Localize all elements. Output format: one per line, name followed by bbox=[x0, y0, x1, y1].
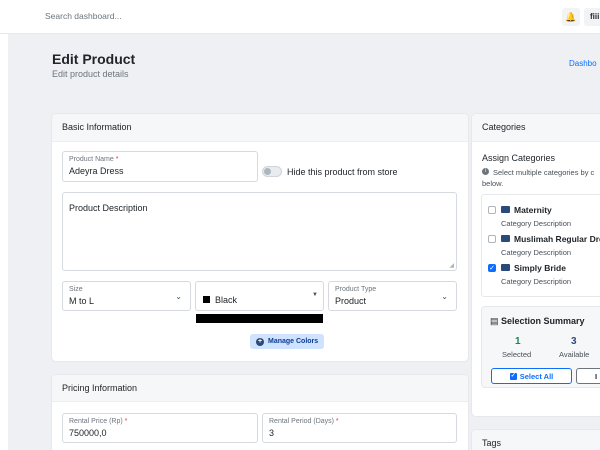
product-name-label: Product Name * bbox=[69, 156, 119, 163]
product-type-select[interactable]: Product Type Product ⌄ bbox=[328, 281, 457, 311]
category-description: Category Description bbox=[501, 248, 572, 257]
basic-info-header: Basic Information bbox=[52, 114, 468, 142]
category-description: Category Description bbox=[501, 277, 572, 286]
breadcrumb[interactable]: Dashbo bbox=[569, 59, 597, 68]
size-select[interactable]: Size M to L ⌄ bbox=[62, 281, 191, 311]
category-name: Maternity bbox=[514, 205, 552, 215]
check-square-icon: ✓ bbox=[509, 372, 517, 380]
manage-colors-button[interactable]: + Manage Colors bbox=[250, 334, 325, 349]
folder-icon bbox=[501, 235, 510, 242]
chart-icon: ▤ bbox=[490, 316, 499, 326]
product-name-value: Adeyra Dress bbox=[69, 166, 124, 176]
hide-product-toggle[interactable] bbox=[262, 166, 282, 177]
info-icon: i bbox=[482, 168, 489, 175]
sidebar-edge bbox=[0, 34, 8, 450]
category-checkbox-checked[interactable]: ✓ bbox=[488, 264, 496, 272]
manage-colors-label: Manage Colors bbox=[268, 338, 319, 345]
rental-price-field[interactable]: Rental Price (Rp) * 750000,0 bbox=[62, 413, 258, 443]
color-value: Black bbox=[215, 295, 238, 305]
search-input[interactable]: Search dashboard... bbox=[45, 11, 122, 21]
rental-period-value: 3 bbox=[269, 428, 275, 438]
select-all-button[interactable]: ✓ Select All bbox=[491, 368, 572, 384]
description-placeholder: Product Description bbox=[69, 203, 148, 213]
bell-icon[interactable]: 🔔 bbox=[562, 8, 580, 26]
product-type-value: Product bbox=[335, 296, 367, 306]
plus-circle-icon: + bbox=[256, 337, 264, 346]
color-select[interactable]: Black ▼ bbox=[195, 281, 324, 311]
secondary-summary-button[interactable]: I bbox=[576, 368, 600, 384]
size-label: Size bbox=[69, 286, 83, 293]
help-text-line1: Select multiple categories by c bbox=[493, 168, 595, 177]
selected-count: 1 bbox=[515, 336, 521, 347]
secondary-summary-label: I bbox=[595, 371, 598, 381]
category-checkbox[interactable] bbox=[488, 206, 496, 214]
resize-handle-icon[interactable]: ◢ bbox=[449, 262, 454, 269]
category-description: Category Description bbox=[501, 219, 572, 228]
rental-period-field[interactable]: Rental Period (Days) * 3 bbox=[262, 413, 457, 443]
tags-header: Tags bbox=[472, 430, 600, 450]
available-count: 3 bbox=[571, 336, 577, 347]
category-name: Muslimah Regular Dre bbox=[514, 234, 600, 244]
assign-categories-title: Assign Categories bbox=[482, 153, 556, 163]
chevron-down-icon: ⌄ bbox=[441, 292, 448, 301]
select-all-label: Select All bbox=[519, 371, 554, 381]
tags-card: Tags bbox=[472, 430, 600, 450]
category-name: Simply Bride bbox=[514, 263, 566, 273]
chevron-down-icon: ⌄ bbox=[175, 292, 182, 301]
available-label: Available bbox=[559, 350, 590, 359]
help-text-line2: below. bbox=[482, 179, 504, 188]
page-title: Edit Product bbox=[52, 51, 136, 67]
rental-price-value: 750000,0 bbox=[69, 428, 107, 438]
product-name-field[interactable]: Product Name * Adeyra Dress bbox=[62, 151, 258, 182]
pricing-header: Pricing Information bbox=[52, 375, 468, 402]
product-type-label: Product Type bbox=[335, 286, 377, 293]
selected-label: Selected bbox=[502, 350, 532, 359]
caret-down-icon: ▼ bbox=[312, 292, 318, 298]
category-checkbox[interactable] bbox=[488, 235, 496, 243]
color-swatch bbox=[203, 296, 210, 303]
selection-summary-title: Selection Summary bbox=[501, 316, 585, 326]
rental-period-label: Rental Period (Days) * bbox=[269, 418, 339, 425]
hide-product-label: Hide this product from store bbox=[287, 167, 398, 177]
top-bar: Search dashboard... 🔔 fiii bbox=[0, 0, 600, 34]
page-subtitle: Edit product details bbox=[52, 69, 129, 79]
categories-header: Categories bbox=[472, 114, 600, 142]
user-menu[interactable]: fiii bbox=[584, 8, 600, 26]
rental-price-label: Rental Price (Rp) * bbox=[69, 418, 128, 425]
size-value: M to L bbox=[69, 296, 95, 306]
description-textarea[interactable]: Product Description ◢ bbox=[62, 192, 457, 271]
folder-icon bbox=[501, 206, 510, 213]
color-preview-bar bbox=[196, 314, 323, 323]
folder-icon bbox=[501, 264, 510, 271]
